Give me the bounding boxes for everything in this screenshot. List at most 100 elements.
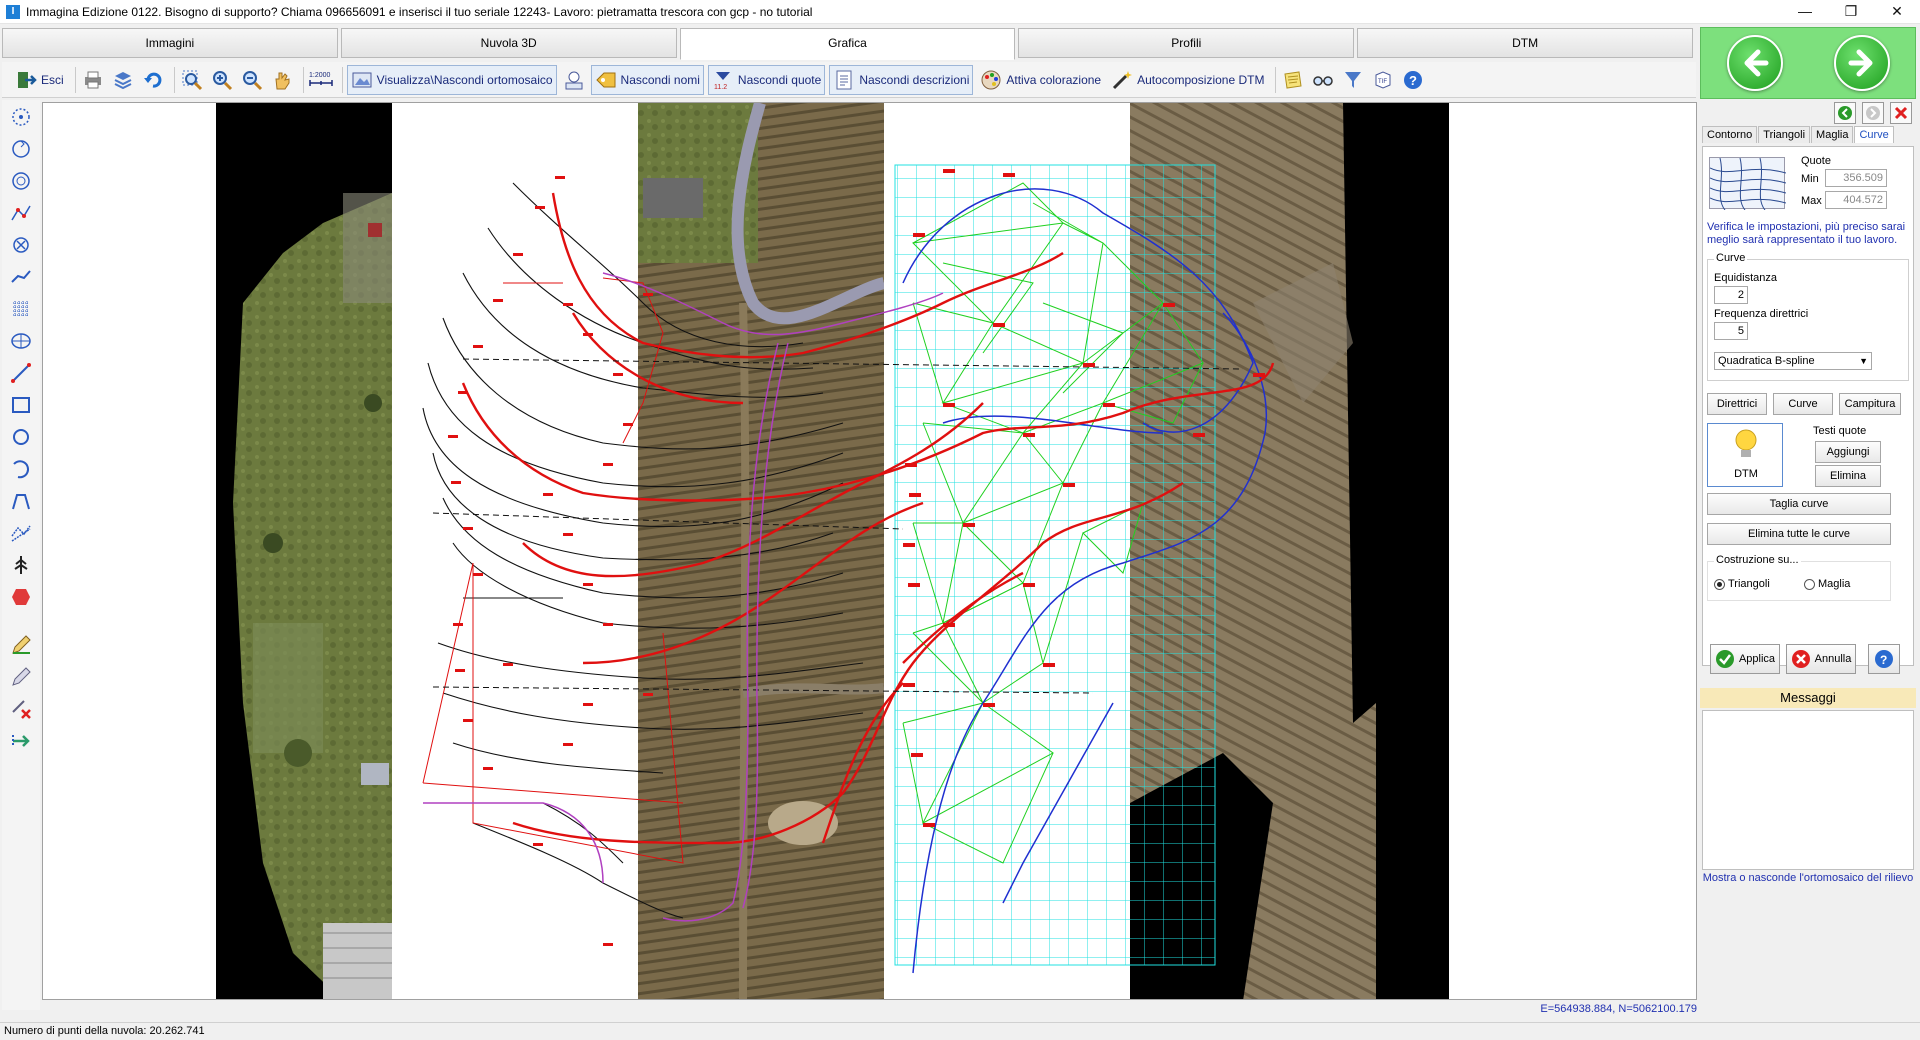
autocomp-dtm-button[interactable]: Autocomposizione DTM: [1108, 65, 1267, 95]
circle-arrow-left-icon: [1838, 106, 1852, 120]
magic-wand-icon: [1113, 70, 1133, 89]
tool-arc[interactable]: [6, 454, 36, 484]
toolbar: Esci 1:2000 Visualizza\Nascondi ortomosa…: [2, 62, 1696, 98]
hide-names-button[interactable]: Nascondi nomi: [590, 64, 704, 95]
window-title: Immagina Edizione 0122. Bisogno di suppo…: [26, 4, 813, 19]
filter-button[interactable]: [1340, 67, 1366, 93]
tab-curve[interactable]: Curve: [1854, 126, 1894, 143]
direttrici-button[interactable]: Direttrici: [1707, 393, 1767, 415]
panel-forward-button[interactable]: [1862, 102, 1884, 124]
zoom-in-button[interactable]: [209, 67, 235, 93]
tool-line[interactable]: [6, 358, 36, 388]
aggiungi-button[interactable]: Aggiungi: [1815, 441, 1881, 463]
svg-text:TIF: TIF: [1378, 79, 1387, 85]
elimina-button[interactable]: Elimina: [1815, 465, 1881, 487]
drawing-canvas[interactable]: [42, 102, 1697, 1000]
elimina-tutte-button[interactable]: Elimina tutte le curve: [1707, 523, 1891, 545]
tool-delete[interactable]: [6, 694, 36, 724]
notes-icon: [1284, 70, 1303, 89]
tool-profile-line[interactable]: [6, 262, 36, 292]
undo-button[interactable]: [140, 67, 166, 93]
zoom-out-button[interactable]: [239, 67, 265, 93]
move-icon: [12, 735, 30, 747]
testi-title: Testi quote: [1813, 425, 1867, 437]
tool-grid[interactable]: [6, 294, 36, 324]
pan-button[interactable]: [269, 67, 295, 93]
sub-tabs: Contorno Triangoli Maglia Curve: [1702, 126, 1895, 143]
tool-boundary[interactable]: [6, 166, 36, 196]
applica-button[interactable]: Applica: [1710, 644, 1780, 674]
close-button[interactable]: ✕: [1874, 0, 1920, 24]
tab-triangoli[interactable]: Triangoli: [1758, 126, 1811, 143]
tool-move[interactable]: [6, 726, 36, 756]
spline-select[interactable]: Quadratica B-spline ▼: [1714, 352, 1872, 370]
tiff-button[interactable]: TIF: [1370, 67, 1396, 93]
view-button[interactable]: [1310, 67, 1336, 93]
tool-erase[interactable]: [6, 662, 36, 692]
dtm-toggle-button[interactable]: DTM: [1707, 423, 1783, 487]
equidistanza-input[interactable]: 2: [1714, 286, 1748, 304]
points-circle-icon: [12, 108, 30, 126]
costruzione-title: Costruzione su...: [1714, 554, 1801, 566]
help-icon: ?: [1404, 70, 1423, 89]
ortho-settings-button[interactable]: [561, 67, 587, 93]
tool-tree[interactable]: [6, 550, 36, 580]
tab-maglia[interactable]: Maglia: [1811, 126, 1854, 143]
tab-dtm[interactable]: DTM: [1357, 28, 1693, 58]
tool-hatch[interactable]: [6, 518, 36, 548]
curve-group-title: Curve: [1714, 252, 1748, 264]
status-bar: Numero di punti della nuvola: 20.262.741: [0, 1022, 1920, 1040]
tool-rotate[interactable]: [6, 134, 36, 164]
zoom-window-button[interactable]: [179, 67, 205, 93]
radio-maglia[interactable]: Maglia: [1804, 578, 1850, 590]
radio-triangoli-dot: [1714, 578, 1725, 590]
tab-contorno[interactable]: Contorno: [1702, 126, 1758, 143]
panel-back-button[interactable]: [1834, 102, 1856, 124]
circle-icon: [13, 429, 29, 445]
coloring-label: Attiva colorazione: [1006, 72, 1102, 87]
tool-polygon[interactable]: [6, 582, 36, 612]
exit-button[interactable]: Esci: [12, 65, 67, 95]
help-button[interactable]: ?: [1400, 67, 1426, 93]
tool-mesh-area[interactable]: [6, 326, 36, 356]
glasses-icon: [1313, 75, 1334, 86]
radio-triangoli[interactable]: Triangoli: [1714, 578, 1770, 590]
back-button[interactable]: [1726, 35, 1783, 91]
tab-immagini[interactable]: Immagini: [2, 28, 338, 58]
annulla-button[interactable]: Annulla: [1786, 644, 1856, 674]
hide-descriptions-button[interactable]: Nascondi descrizioni: [829, 64, 974, 95]
frequenza-input[interactable]: 5: [1714, 322, 1748, 340]
panel-help-button[interactable]: ?: [1868, 644, 1900, 674]
hide-descriptions-label: Nascondi descrizioni: [859, 72, 970, 87]
tool-edit[interactable]: [6, 630, 36, 660]
window-controls: — ❐ ✕: [1782, 0, 1920, 24]
tool-rectangle[interactable]: [6, 390, 36, 420]
minimize-button[interactable]: —: [1782, 0, 1828, 24]
panel-close-button[interactable]: [1890, 102, 1912, 124]
tool-polyline[interactable]: [6, 486, 36, 516]
info-text: Verifica le impostazioni, più preciso sa…: [1707, 221, 1906, 246]
layers-button[interactable]: [110, 67, 136, 93]
hide-quotes-button[interactable]: 11.2 Nascondi quote: [707, 64, 826, 95]
exit-label: Esci: [41, 72, 64, 87]
hatch-icon: [11, 525, 31, 542]
tool-points-cloud[interactable]: [6, 102, 36, 132]
tool-polyline-points[interactable]: [6, 198, 36, 228]
print-button[interactable]: [80, 67, 106, 93]
tab-nuvola-3d[interactable]: Nuvola 3D: [340, 28, 677, 58]
coloring-button[interactable]: Attiva colorazione: [977, 65, 1104, 95]
tab-profili[interactable]: Profili: [1018, 28, 1355, 58]
taglia-curve-button[interactable]: Taglia curve: [1707, 493, 1891, 515]
tool-circle[interactable]: [6, 422, 36, 452]
campitura-button[interactable]: Campitura: [1839, 393, 1901, 415]
curve-button[interactable]: Curve: [1773, 393, 1833, 415]
toggle-ortho-button[interactable]: Visualizza\Nascondi ortomosaico: [346, 64, 557, 95]
cancel-icon: [1791, 650, 1810, 668]
scale-button[interactable]: 1:2000: [308, 67, 334, 93]
tab-grafica[interactable]: Grafica: [679, 28, 1016, 60]
forward-button[interactable]: [1833, 35, 1890, 91]
maximize-button[interactable]: ❐: [1828, 0, 1874, 24]
polygon-icon: [12, 589, 30, 605]
notes-button[interactable]: [1280, 67, 1306, 93]
tool-delete-point[interactable]: [6, 230, 36, 260]
